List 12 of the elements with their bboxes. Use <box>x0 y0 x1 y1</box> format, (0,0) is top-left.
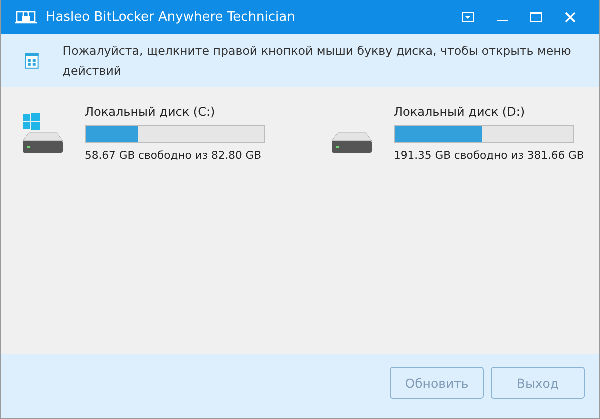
maximize-icon <box>530 12 542 22</box>
space-reading: 191.35 GB свободно из 381.66 GB <box>394 149 584 162</box>
drive-name[interactable]: Локальный диск (C:) <box>85 105 265 119</box>
drive-name[interactable]: Локальный диск (D:) <box>394 105 584 119</box>
minimize-icon <box>496 20 508 22</box>
dropdown-icon <box>462 12 474 22</box>
grid-icon <box>25 52 39 68</box>
lock-icon <box>15 8 37 26</box>
window-title: Hasleo BitLocker Anywhere Technician <box>46 10 296 24</box>
space-reading: 58.67 GB свободно из 82.80 GB <box>85 149 263 162</box>
info-text: Пожалуйста, щелкните правой кнопкой мыши букву диска, чтобы открыть меню действий <box>62 42 572 80</box>
close-icon <box>564 12 576 22</box>
